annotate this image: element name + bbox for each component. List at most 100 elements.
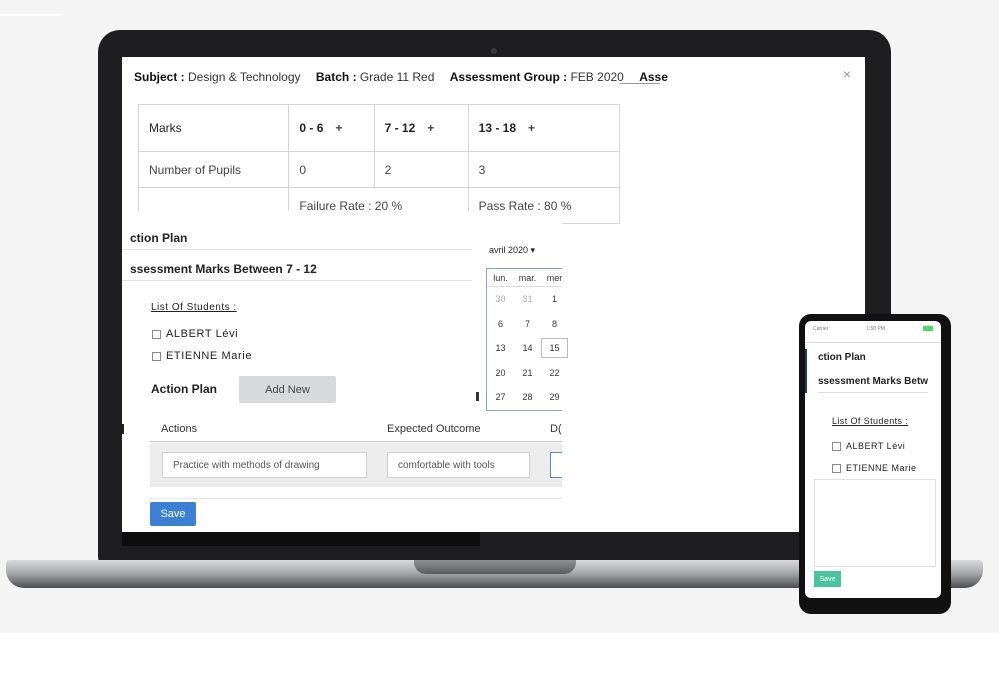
- pupils-count: 2: [373, 151, 469, 188]
- student-checkbox[interactable]: [152, 329, 161, 339]
- weekday-label: lun.: [493, 272, 508, 283]
- batch-value: Grade 11 Red: [359, 70, 435, 84]
- calendar-week: 20 21 22: [487, 361, 562, 386]
- phone-action-plan-title: ction Plan: [818, 352, 866, 363]
- expand-plus-icon[interactable]: +: [335, 121, 342, 135]
- column-expected-outcome: Expected Outcome: [387, 423, 481, 435]
- calendar-day[interactable]: 21: [514, 368, 541, 378]
- screen-bezel-band: [122, 532, 480, 546]
- phone-status-bar: Carrier 1:50 PM: [813, 326, 933, 332]
- battery-icon: [923, 326, 933, 331]
- student-name: ETIENNE Marie: [846, 463, 917, 473]
- range-cell: 13 - 18 +: [467, 104, 621, 152]
- phone-side-accent: [805, 349, 807, 393]
- expected-outcome-input[interactable]: comfortable with tools: [387, 452, 530, 478]
- calendar-day-selected[interactable]: 15: [541, 338, 568, 359]
- phone-action-plan-subtitle: ssessment Marks Betw: [818, 376, 929, 387]
- truncated-label: Asse: [639, 70, 668, 84]
- calendar-day[interactable]: 22: [541, 368, 568, 378]
- expand-plus-icon[interactable]: +: [427, 121, 434, 135]
- group-value: FEB 2020: [570, 70, 624, 84]
- carrier-label: Carrier: [813, 326, 829, 332]
- calendar-day[interactable]: 29: [541, 392, 568, 402]
- calendar-day[interactable]: 20: [487, 368, 514, 378]
- student-item[interactable]: ETIENNE Marie: [152, 350, 252, 362]
- camera-icon: [491, 48, 497, 54]
- calendar-week: 27 28 29: [487, 385, 562, 410]
- calendar-day[interactable]: 30: [487, 294, 514, 304]
- student-checkbox[interactable]: [152, 351, 161, 361]
- calendar-week: 30 31 1: [487, 287, 562, 312]
- calendar-day[interactable]: 7: [514, 319, 541, 329]
- calendar-day[interactable]: 31: [514, 294, 541, 304]
- laptop-screen: Subject : Design & Technology Batch : Gr…: [122, 57, 865, 532]
- group-label: Assessment Group :: [449, 70, 568, 84]
- column-actions: Actions: [161, 423, 198, 435]
- calendar-day[interactable]: 13: [487, 343, 514, 353]
- calendar-day[interactable]: 6: [487, 319, 514, 329]
- time-label: 1:50 PM: [866, 326, 885, 332]
- student-item[interactable]: ALBERT Lévi: [152, 328, 238, 340]
- top-line: [0, 14, 62, 16]
- add-new-button[interactable]: Add New: [239, 376, 336, 403]
- calendar-day[interactable]: 28: [514, 392, 541, 402]
- action-plan-label: Action Plan: [151, 382, 218, 396]
- students-list-title: List Of Students :: [151, 302, 237, 313]
- phone-student-item[interactable]: ALBERT Lévi: [832, 441, 905, 451]
- calendar-day[interactable]: 8: [541, 319, 568, 329]
- range-cell: 0 - 6 +: [288, 104, 375, 152]
- table-row: Marks 0 - 6 + 7 - 12 + 13 - 18 +: [137, 104, 621, 152]
- date-picker: avril 2020 ▾ lun. mar. mer 30 31 1 6 7 8: [476, 212, 568, 417]
- action-plan-subtitle: ssessment Marks Between 7 - 12: [130, 262, 317, 276]
- phone-screen: Carrier 1:50 PM ction Plan ssessment Mar…: [805, 321, 941, 598]
- student-name: ALBERT Lévi: [846, 441, 906, 451]
- student-checkbox[interactable]: [832, 463, 841, 473]
- range-label: 0 - 6: [299, 121, 324, 135]
- panel-edge-mark: [122, 424, 124, 434]
- month-select[interactable]: avril 2020 ▾: [489, 245, 535, 256]
- divider: [805, 342, 941, 343]
- calendar-day[interactable]: 27: [487, 392, 514, 402]
- divider: [122, 249, 472, 250]
- student-checkbox[interactable]: [832, 441, 841, 451]
- divider: [122, 280, 472, 281]
- date-input[interactable]: [550, 452, 562, 478]
- weekday-header: lun. mar. mer: [487, 269, 562, 287]
- batch-label: Batch :: [315, 70, 357, 84]
- close-icon[interactable]: ×: [843, 66, 851, 82]
- weekday-label: mar.: [518, 272, 537, 283]
- laptop-notch: [414, 560, 576, 574]
- range-cell: 7 - 12 +: [373, 104, 469, 152]
- student-name: ETIENNE Marie: [166, 350, 253, 362]
- calendar-day[interactable]: 1: [541, 294, 568, 304]
- phone-save-button[interactable]: Save: [814, 571, 841, 587]
- pupils-count: 0: [288, 151, 375, 188]
- pupils-label: Number of Pupils: [137, 151, 290, 188]
- action-input[interactable]: Practice with methods of drawing: [162, 452, 367, 478]
- header-underline: [620, 83, 660, 84]
- expand-plus-icon[interactable]: +: [528, 121, 535, 135]
- subject-value: Design & Technology: [188, 70, 301, 84]
- calendar-edge-mark: [476, 392, 479, 401]
- action-row: Practice with methods of drawing comfort…: [150, 442, 562, 487]
- phone-students-list-title: List Of Students :: [832, 416, 909, 426]
- phone-student-item[interactable]: ETIENNE Marie: [832, 463, 917, 473]
- table-row: Number of Pupils 0 2 3: [137, 151, 621, 188]
- column-date: D(: [550, 423, 562, 435]
- marks-label: Marks: [137, 104, 290, 152]
- save-button[interactable]: Save: [150, 502, 196, 526]
- calendar-grid: lun. mar. mer 30 31 1 6 7 8 13 14 15 20 …: [486, 268, 568, 411]
- range-label: 7 - 12: [384, 121, 416, 135]
- action-columns-header: Actions Expected Outcome D(: [150, 417, 562, 442]
- action-plan-title: ction Plan: [130, 231, 188, 245]
- divider: [150, 498, 562, 499]
- phone-action-box: [814, 479, 936, 567]
- calendar-week: 6 7 8: [487, 312, 562, 337]
- weekday-label: mer: [546, 272, 563, 283]
- student-name: ALBERT Lévi: [166, 328, 239, 340]
- pupils-count: 3: [467, 151, 621, 188]
- promo-stage: Subject : Design & Technology Batch : Gr…: [0, 0, 999, 673]
- range-label: 13 - 18: [478, 121, 517, 135]
- divider: [818, 392, 928, 393]
- calendar-day[interactable]: 14: [514, 343, 541, 353]
